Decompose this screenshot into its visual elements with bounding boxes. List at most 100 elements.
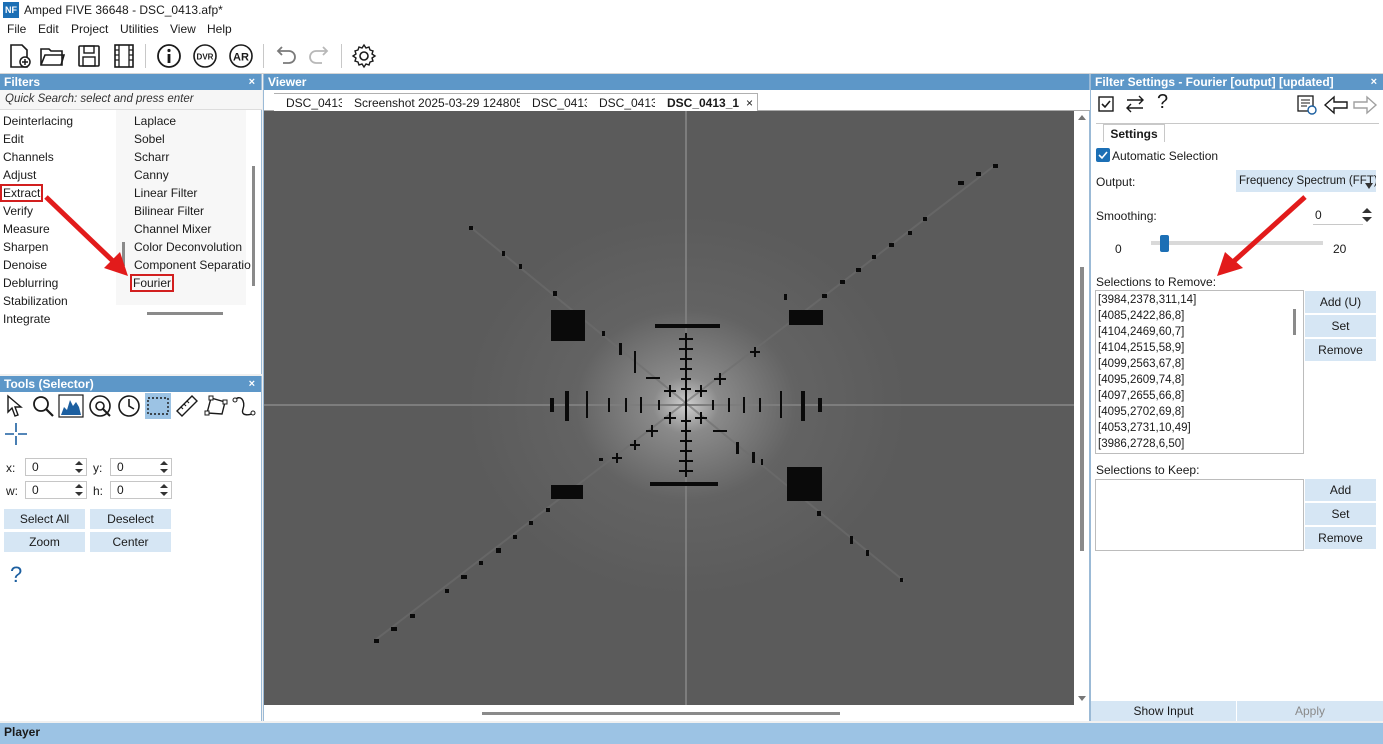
filter-category-edit[interactable]: Edit	[3, 132, 24, 146]
close-icon[interactable]: ×	[249, 74, 255, 90]
menu-edit[interactable]: Edit	[38, 22, 59, 36]
new-project-icon[interactable]	[5, 42, 33, 70]
filter-item-canny[interactable]: Canny	[134, 168, 169, 182]
filter-category-stabilization[interactable]: Stabilization	[3, 294, 68, 308]
tab-settings[interactable]: Settings	[1103, 124, 1165, 142]
filter-category-verify[interactable]: Verify	[3, 204, 33, 218]
filter-item-fourier[interactable]: Fourier	[129, 274, 175, 292]
save-icon[interactable]	[75, 42, 103, 70]
pointer-icon[interactable]	[3, 393, 29, 419]
filter-item-color-deconvolution[interactable]: Color Deconvolution	[134, 240, 242, 254]
list-item[interactable]: [3986,2728,6,50]	[1098, 438, 1184, 450]
list-item[interactable]: [4099,2563,67,8]	[1098, 358, 1184, 370]
menu-view[interactable]: View	[170, 22, 196, 36]
quick-search-input[interactable]: Quick Search: select and press enter	[0, 90, 262, 110]
redo-icon[interactable]	[306, 42, 334, 70]
close-icon[interactable]: ×	[249, 376, 255, 392]
apply-button[interactable]: Apply	[1237, 701, 1383, 721]
menu-utilities[interactable]: Utilities	[120, 22, 159, 36]
fourier-spectrum-image[interactable]	[264, 111, 1074, 705]
filter-item-sobel[interactable]: Sobel	[134, 132, 165, 146]
horizontal-scrollbar[interactable]	[264, 707, 1074, 719]
settings-gear-icon[interactable]	[350, 42, 378, 70]
list-item[interactable]: [4104,2515,58,9]	[1098, 342, 1184, 354]
crosshair-icon[interactable]	[3, 421, 29, 447]
list-item[interactable]: [4095,2702,69,8]	[1098, 406, 1184, 418]
remove-keep-button[interactable]: Remove	[1305, 527, 1376, 549]
scrollbar-thumb[interactable]	[1293, 309, 1296, 335]
selections-to-keep-list[interactable]	[1095, 479, 1304, 551]
w-stepper[interactable]	[71, 481, 87, 499]
filter-item-channel-mixer[interactable]: Channel Mixer	[134, 222, 211, 236]
spot-measure-icon[interactable]	[87, 393, 113, 419]
filter-item-component-separation[interactable]: Component Separatio	[134, 258, 251, 272]
menu-project[interactable]: Project	[71, 22, 108, 36]
previous-arrow-icon[interactable]	[1323, 94, 1349, 116]
clock-icon[interactable]	[116, 393, 142, 419]
filter-category-extract[interactable]: Extract	[0, 184, 44, 202]
open-icon[interactable]	[38, 42, 66, 70]
next-arrow-icon[interactable]	[1352, 94, 1378, 116]
polygon-select-icon[interactable]	[203, 393, 229, 419]
h-stepper[interactable]	[156, 481, 172, 499]
swap-icon[interactable]	[1124, 94, 1146, 114]
smoothing-field[interactable]: 0	[1313, 205, 1363, 225]
menu-file[interactable]: File	[7, 22, 26, 36]
select-all-button[interactable]: Select All	[4, 509, 85, 529]
filter-item-laplace[interactable]: Laplace	[134, 114, 176, 128]
selections-to-remove-list[interactable]: [3984,2378,311,14] [4085,2422,86,8] [410…	[1095, 290, 1304, 454]
list-item[interactable]: [4053,2731,10,49]	[1098, 422, 1191, 434]
help-icon[interactable]: ?	[10, 562, 22, 588]
center-button[interactable]: Center	[90, 532, 171, 552]
list-item[interactable]: [3984,2378,311,14]	[1098, 294, 1196, 306]
undo-icon[interactable]	[271, 42, 299, 70]
histogram-icon[interactable]	[58, 393, 84, 419]
show-input-button[interactable]: Show Input	[1091, 701, 1236, 721]
tab-dsc-0413[interactable]: DSC_0413	[274, 93, 352, 111]
filter-item-linear-filter[interactable]: Linear Filter	[134, 186, 197, 200]
help-icon[interactable]: ?	[1157, 91, 1168, 114]
scrollbar-thumb[interactable]	[147, 312, 223, 315]
rectangle-select-icon[interactable]	[145, 393, 171, 419]
vertical-scrollbar[interactable]	[1076, 111, 1088, 705]
x-stepper[interactable]	[71, 458, 87, 476]
set-button[interactable]: Set	[1305, 315, 1376, 337]
filter-item-scharr[interactable]: Scharr	[134, 150, 169, 164]
curve-icon[interactable]	[231, 393, 257, 419]
ruler-icon[interactable]	[174, 393, 200, 419]
scrollbar-thumb[interactable]	[252, 166, 255, 286]
filter-category-adjust[interactable]: Adjust	[3, 168, 36, 182]
output-dropdown[interactable]: Frequency Spectrum (FFT)	[1236, 170, 1376, 192]
y-stepper[interactable]	[156, 458, 172, 476]
ar-icon[interactable]: AR	[227, 42, 255, 70]
filter-category-deinterlacing[interactable]: Deinterlacing	[3, 114, 73, 128]
add-button[interactable]: Add	[1305, 479, 1376, 501]
automatic-selection-checkbox[interactable]	[1096, 148, 1110, 162]
info-icon[interactable]	[155, 42, 183, 70]
deselect-button[interactable]: Deselect	[90, 509, 171, 529]
filter-category-integrate[interactable]: Integrate	[3, 312, 50, 326]
remove-button[interactable]: Remove	[1305, 339, 1376, 361]
add-u-button[interactable]: Add (U)	[1305, 291, 1376, 313]
list-item[interactable]: [4085,2422,86,8]	[1098, 310, 1184, 322]
zoom-button[interactable]: Zoom	[4, 532, 85, 552]
filter-item-bilinear-filter[interactable]: Bilinear Filter	[134, 204, 204, 218]
close-icon[interactable]: ×	[746, 96, 753, 110]
tab-dsc-0413-c[interactable]: DSC_0413	[587, 93, 665, 111]
list-item[interactable]: [4104,2469,60,7]	[1098, 326, 1184, 338]
close-icon[interactable]: ×	[1371, 74, 1377, 90]
smoothing-slider-thumb[interactable]	[1159, 235, 1169, 252]
apply-checkbox-icon[interactable]	[1098, 96, 1114, 112]
tab-dsc-0413-1[interactable]: DSC_0413_1 ×	[655, 93, 759, 111]
list-item[interactable]: [4095,2609,74,8]	[1098, 374, 1184, 386]
list-item[interactable]: [4097,2655,66,8]	[1098, 390, 1184, 402]
filter-list-icon[interactable]	[1296, 94, 1318, 116]
tab-screenshot[interactable]: Screenshot 2025-03-29 124805	[342, 93, 530, 111]
dvr-icon[interactable]: DVR	[191, 42, 219, 70]
film-icon[interactable]	[110, 42, 138, 70]
smoothing-stepper[interactable]	[1359, 205, 1375, 225]
menu-help[interactable]: Help	[207, 22, 232, 36]
magnifier-icon[interactable]	[30, 393, 56, 419]
set-keep-button[interactable]: Set	[1305, 503, 1376, 525]
filter-category-channels[interactable]: Channels	[3, 150, 54, 164]
